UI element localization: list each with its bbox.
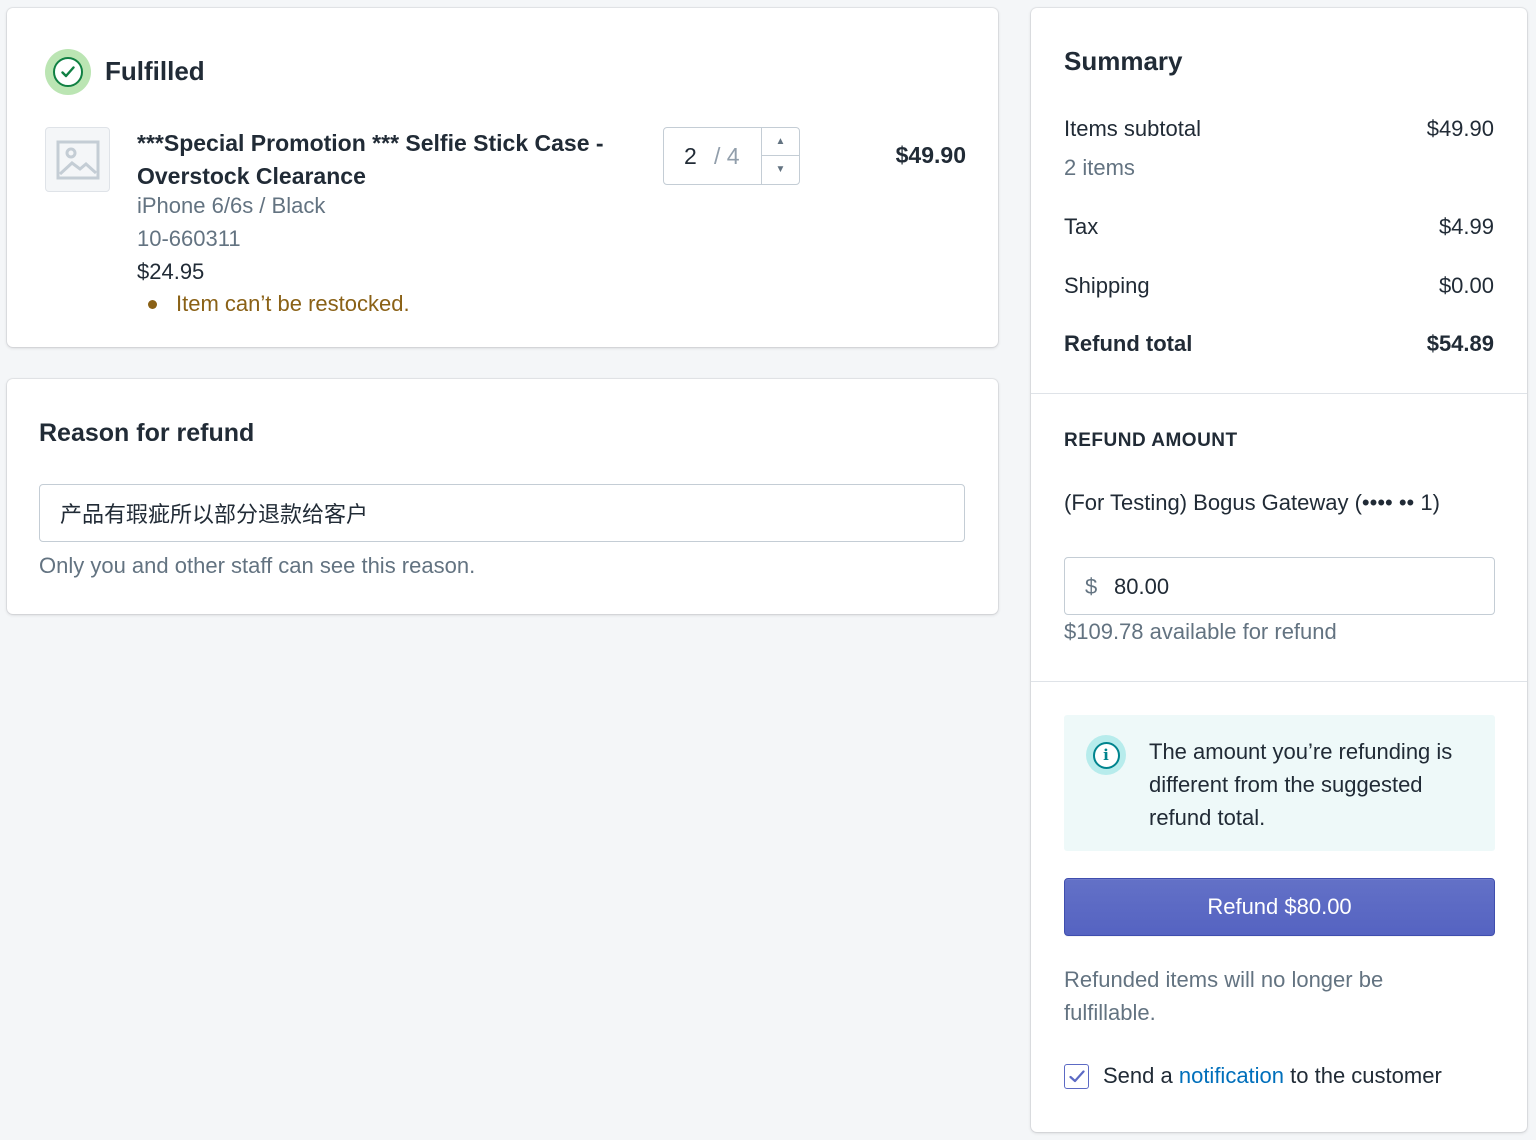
notify-suffix: to the customer <box>1284 1063 1442 1088</box>
check-circle-icon <box>45 49 91 95</box>
notify-customer-row[interactable]: Send a notification to the customer <box>1064 1063 1442 1089</box>
items-subtotal-value: $49.90 <box>1426 116 1494 141</box>
refund-button[interactable]: Refund $80.00 <box>1064 878 1495 936</box>
product-variant: iPhone 6/6s / Black <box>137 193 326 218</box>
fulfillable-note: Refunded items will no longer be fulfill… <box>1064 967 1384 1025</box>
items-count: 2 items <box>1064 155 1135 180</box>
fulfilled-card: Fulfilled ***Special Promotion *** Selfi… <box>7 8 998 347</box>
refund-amount-input[interactable]: $ 80.00 <box>1064 557 1495 615</box>
warning-dot-icon <box>148 299 157 309</box>
currency-symbol: $ <box>1085 574 1098 599</box>
items-subtotal-label: Items subtotal <box>1064 116 1201 141</box>
quantity-input[interactable]: 2 <box>684 143 697 170</box>
available-for-refund: $109.78 available for refund <box>1064 619 1337 644</box>
checkmark-icon <box>1068 1069 1085 1082</box>
reason-help-text: Only you and other staff can see this re… <box>39 553 476 578</box>
info-banner-text: The amount you’re refunding is different… <box>1149 739 1453 830</box>
items-subtotal-row: Items subtotal $49.90 <box>1064 116 1494 142</box>
refund-total-value: $54.89 <box>1426 331 1494 356</box>
product-title[interactable]: ***Special Promotion *** Selfie Stick Ca… <box>137 127 627 193</box>
reason-title: Reason for refund <box>39 419 255 447</box>
product-image-placeholder-icon <box>45 127 110 192</box>
payment-gateway: (For Testing) Bogus Gateway (•••• •• 1) <box>1064 490 1440 515</box>
restock-warning: Item can’t be restocked. <box>148 291 410 317</box>
product-sku: 10-660311 <box>137 226 241 251</box>
summary-card: Summary Items subtotal $49.90 2 items Ta… <box>1031 8 1527 1132</box>
refund-total-label: Refund total <box>1064 331 1193 356</box>
refund-amount-title: REFUND AMOUNT <box>1064 430 1238 451</box>
notify-prefix: Send a <box>1103 1063 1179 1088</box>
shipping-label: Shipping <box>1064 273 1150 298</box>
shipping-value: $0.00 <box>1438 273 1494 298</box>
refund-quantity-stepper[interactable]: 2 / 4 ▲ ▼ <box>663 127 800 185</box>
tax-value: $4.99 <box>1438 214 1494 239</box>
summary-title: Summary <box>1064 46 1183 76</box>
tax-row: Tax $4.99 <box>1064 214 1494 240</box>
notify-checkbox[interactable] <box>1064 1063 1089 1089</box>
product-unit-price: $24.95 <box>137 259 205 284</box>
summary-divider <box>1031 393 1527 394</box>
restock-warning-text: Item can’t be restocked. <box>176 291 410 316</box>
refund-divider <box>1031 681 1527 682</box>
info-icon: i <box>1086 735 1126 775</box>
tax-label: Tax <box>1064 214 1099 239</box>
quantity-max: / 4 <box>714 143 740 169</box>
reason-input[interactable] <box>39 484 965 542</box>
increment-arrow-icon[interactable]: ▲ <box>762 128 799 156</box>
stepper-controls: ▲ ▼ <box>761 128 799 184</box>
refund-amount-value[interactable]: 80.00 <box>1114 574 1169 600</box>
fulfillment-status-title: Fulfilled <box>105 56 205 86</box>
reason-card: Reason for refund Only you and other sta… <box>7 379 998 614</box>
info-banner: i The amount you’re refunding is differe… <box>1064 715 1495 851</box>
notification-link[interactable]: notification <box>1179 1063 1284 1089</box>
line-total: $49.90 <box>895 142 966 168</box>
shipping-row: Shipping $0.00 <box>1064 273 1494 299</box>
decrement-arrow-icon[interactable]: ▼ <box>762 156 799 183</box>
items-count-row: 2 items <box>1064 155 1494 181</box>
refund-total-row: Refund total $54.89 <box>1064 331 1494 357</box>
